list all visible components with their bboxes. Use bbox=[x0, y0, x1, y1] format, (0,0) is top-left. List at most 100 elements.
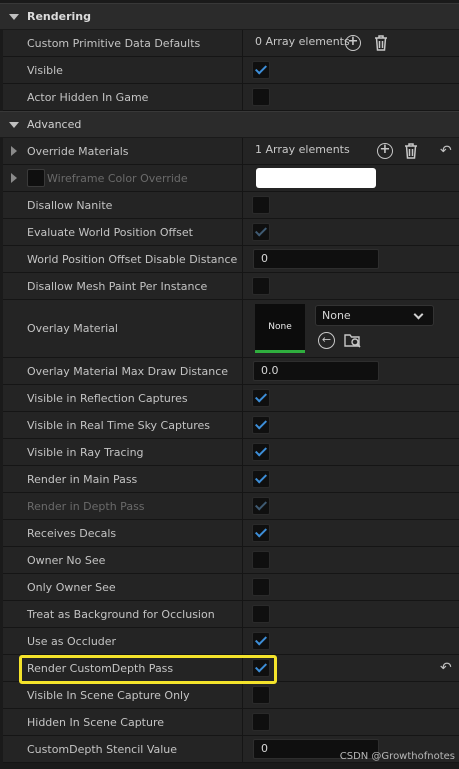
row-disallow-mesh-paint: Disallow Mesh Paint Per Instance bbox=[3, 273, 459, 300]
details-panel: Rendering Custom Primitive Data Defaults… bbox=[0, 0, 459, 769]
category-rendering[interactable]: Rendering bbox=[0, 3, 459, 29]
property-label: Treat as Background for Occlusion bbox=[27, 607, 215, 621]
column-divider[interactable] bbox=[242, 709, 243, 735]
row-use-as-occluder: Use as Occluder bbox=[3, 628, 459, 655]
expand-arrow-icon[interactable] bbox=[11, 146, 17, 156]
render-main-pass-checkbox[interactable] bbox=[252, 470, 270, 488]
owner-no-see-checkbox[interactable] bbox=[252, 551, 270, 569]
category-advanced[interactable]: Advanced bbox=[0, 111, 459, 137]
wireframe-override-checkbox[interactable] bbox=[27, 169, 45, 187]
array-count: 1 Array elements bbox=[255, 143, 350, 156]
expand-arrow-icon[interactable] bbox=[11, 173, 17, 183]
visible-ray-tracing-checkbox[interactable] bbox=[252, 443, 270, 461]
only-owner-see-checkbox[interactable] bbox=[252, 578, 270, 596]
property-label: Disallow Mesh Paint Per Instance bbox=[27, 279, 208, 293]
column-divider[interactable] bbox=[242, 138, 243, 164]
column-divider[interactable] bbox=[242, 520, 243, 546]
column-divider[interactable] bbox=[242, 628, 243, 654]
column-divider[interactable] bbox=[242, 547, 243, 573]
hidden-scene-capture-checkbox[interactable] bbox=[252, 713, 270, 731]
row-visible: Visible bbox=[3, 57, 459, 84]
treat-background-occlusion-checkbox[interactable] bbox=[252, 605, 270, 623]
dropdown-value: None bbox=[322, 309, 351, 322]
visible-checkbox[interactable] bbox=[252, 61, 270, 79]
trash-icon[interactable] bbox=[404, 143, 418, 159]
visible-realtime-sky-checkbox[interactable] bbox=[252, 416, 270, 434]
disallow-mesh-paint-checkbox[interactable] bbox=[252, 277, 270, 295]
column-divider[interactable] bbox=[242, 192, 243, 218]
column-divider[interactable] bbox=[242, 273, 243, 299]
trash-icon[interactable] bbox=[374, 35, 388, 51]
browse-folder-icon[interactable] bbox=[344, 332, 362, 349]
property-label: Visible in Ray Tracing bbox=[27, 445, 144, 459]
column-divider[interactable] bbox=[242, 300, 243, 357]
reset-arrow-icon[interactable]: ↶ bbox=[440, 143, 456, 159]
array-count: 0 Array elements bbox=[255, 35, 350, 48]
property-label: Overlay Material Max Draw Distance bbox=[27, 364, 229, 378]
row-wireframe-color: Wireframe Color Override bbox=[3, 165, 459, 192]
property-label: CustomDepth Stencil Value bbox=[27, 742, 178, 756]
property-label: Visible In Scene Capture Only bbox=[27, 688, 190, 702]
property-label: Visible in Real Time Sky Captures bbox=[27, 418, 211, 432]
plus-circle-icon[interactable]: + bbox=[345, 35, 361, 51]
column-divider[interactable] bbox=[242, 57, 243, 83]
row-render-main-pass: Render in Main Pass bbox=[3, 466, 459, 493]
property-label: Receives Decals bbox=[27, 526, 117, 540]
property-label: Owner No See bbox=[27, 553, 106, 567]
row-hidden-scene-capture: Hidden In Scene Capture bbox=[3, 709, 459, 736]
property-label: Custom Primitive Data Defaults bbox=[27, 36, 201, 50]
column-divider[interactable] bbox=[242, 682, 243, 708]
collapse-arrow-icon[interactable] bbox=[9, 13, 19, 20]
column-divider[interactable] bbox=[242, 30, 243, 56]
overlay-max-draw-input[interactable]: 0.0 bbox=[253, 361, 379, 381]
row-evaluate-wpo: Evaluate World Position Offset bbox=[3, 219, 459, 246]
column-divider[interactable] bbox=[242, 493, 243, 519]
reset-arrow-icon[interactable]: ↶ bbox=[440, 660, 456, 676]
column-divider[interactable] bbox=[242, 412, 243, 438]
actor-hidden-checkbox[interactable] bbox=[252, 88, 270, 106]
row-receives-decals: Receives Decals bbox=[3, 520, 459, 547]
property-label: Visible bbox=[27, 63, 63, 77]
row-visible-reflection: Visible in Reflection Captures bbox=[3, 385, 459, 412]
column-divider[interactable] bbox=[242, 246, 243, 272]
column-divider[interactable] bbox=[242, 385, 243, 411]
column-divider[interactable] bbox=[242, 219, 243, 245]
column-divider[interactable] bbox=[242, 84, 243, 110]
visible-scene-capture-only-checkbox[interactable] bbox=[252, 686, 270, 704]
row-overlay-material: Overlay Material None None ← bbox=[3, 300, 459, 358]
row-visible-realtime-sky: Visible in Real Time Sky Captures bbox=[3, 412, 459, 439]
row-render-depth-pass: Render in Depth Pass bbox=[3, 493, 459, 520]
column-divider[interactable] bbox=[242, 165, 243, 191]
row-disallow-nanite: Disallow Nanite bbox=[3, 192, 459, 219]
disallow-nanite-checkbox[interactable] bbox=[252, 196, 270, 214]
visible-reflection-checkbox[interactable] bbox=[252, 389, 270, 407]
column-divider[interactable] bbox=[242, 736, 243, 762]
highlight-box bbox=[19, 655, 277, 684]
property-label: Override Materials bbox=[27, 144, 129, 158]
use-selected-icon[interactable]: ← bbox=[318, 332, 335, 349]
render-depth-pass-checkbox[interactable] bbox=[252, 497, 270, 515]
column-divider[interactable] bbox=[242, 358, 243, 384]
row-visible-ray-tracing: Visible in Ray Tracing bbox=[3, 439, 459, 466]
category-label: Rendering bbox=[27, 10, 91, 23]
use-as-occluder-checkbox[interactable] bbox=[252, 632, 270, 650]
wpo-disable-distance-input[interactable]: 0 bbox=[253, 249, 379, 269]
property-label: Disallow Nanite bbox=[27, 198, 113, 212]
row-owner-no-see: Owner No See bbox=[3, 547, 459, 574]
row-actor-hidden: Actor Hidden In Game bbox=[3, 84, 459, 111]
column-divider[interactable] bbox=[242, 466, 243, 492]
column-divider[interactable] bbox=[242, 574, 243, 600]
receives-decals-checkbox[interactable] bbox=[252, 524, 270, 542]
plus-circle-icon[interactable]: + bbox=[377, 143, 393, 159]
color-swatch[interactable] bbox=[256, 168, 376, 188]
material-dropdown[interactable]: None bbox=[315, 305, 434, 326]
column-divider[interactable] bbox=[242, 439, 243, 465]
collapse-arrow-icon[interactable] bbox=[9, 121, 19, 128]
evaluate-wpo-checkbox[interactable] bbox=[252, 223, 270, 241]
row-wpo-disable-distance: World Position Offset Disable Distance 0 bbox=[3, 246, 459, 273]
property-label: Wireframe Color Override bbox=[47, 171, 188, 185]
material-thumbnail[interactable]: None bbox=[255, 304, 305, 353]
category-label: Advanced bbox=[27, 118, 82, 131]
row-only-owner-see: Only Owner See bbox=[3, 574, 459, 601]
column-divider[interactable] bbox=[242, 601, 243, 627]
